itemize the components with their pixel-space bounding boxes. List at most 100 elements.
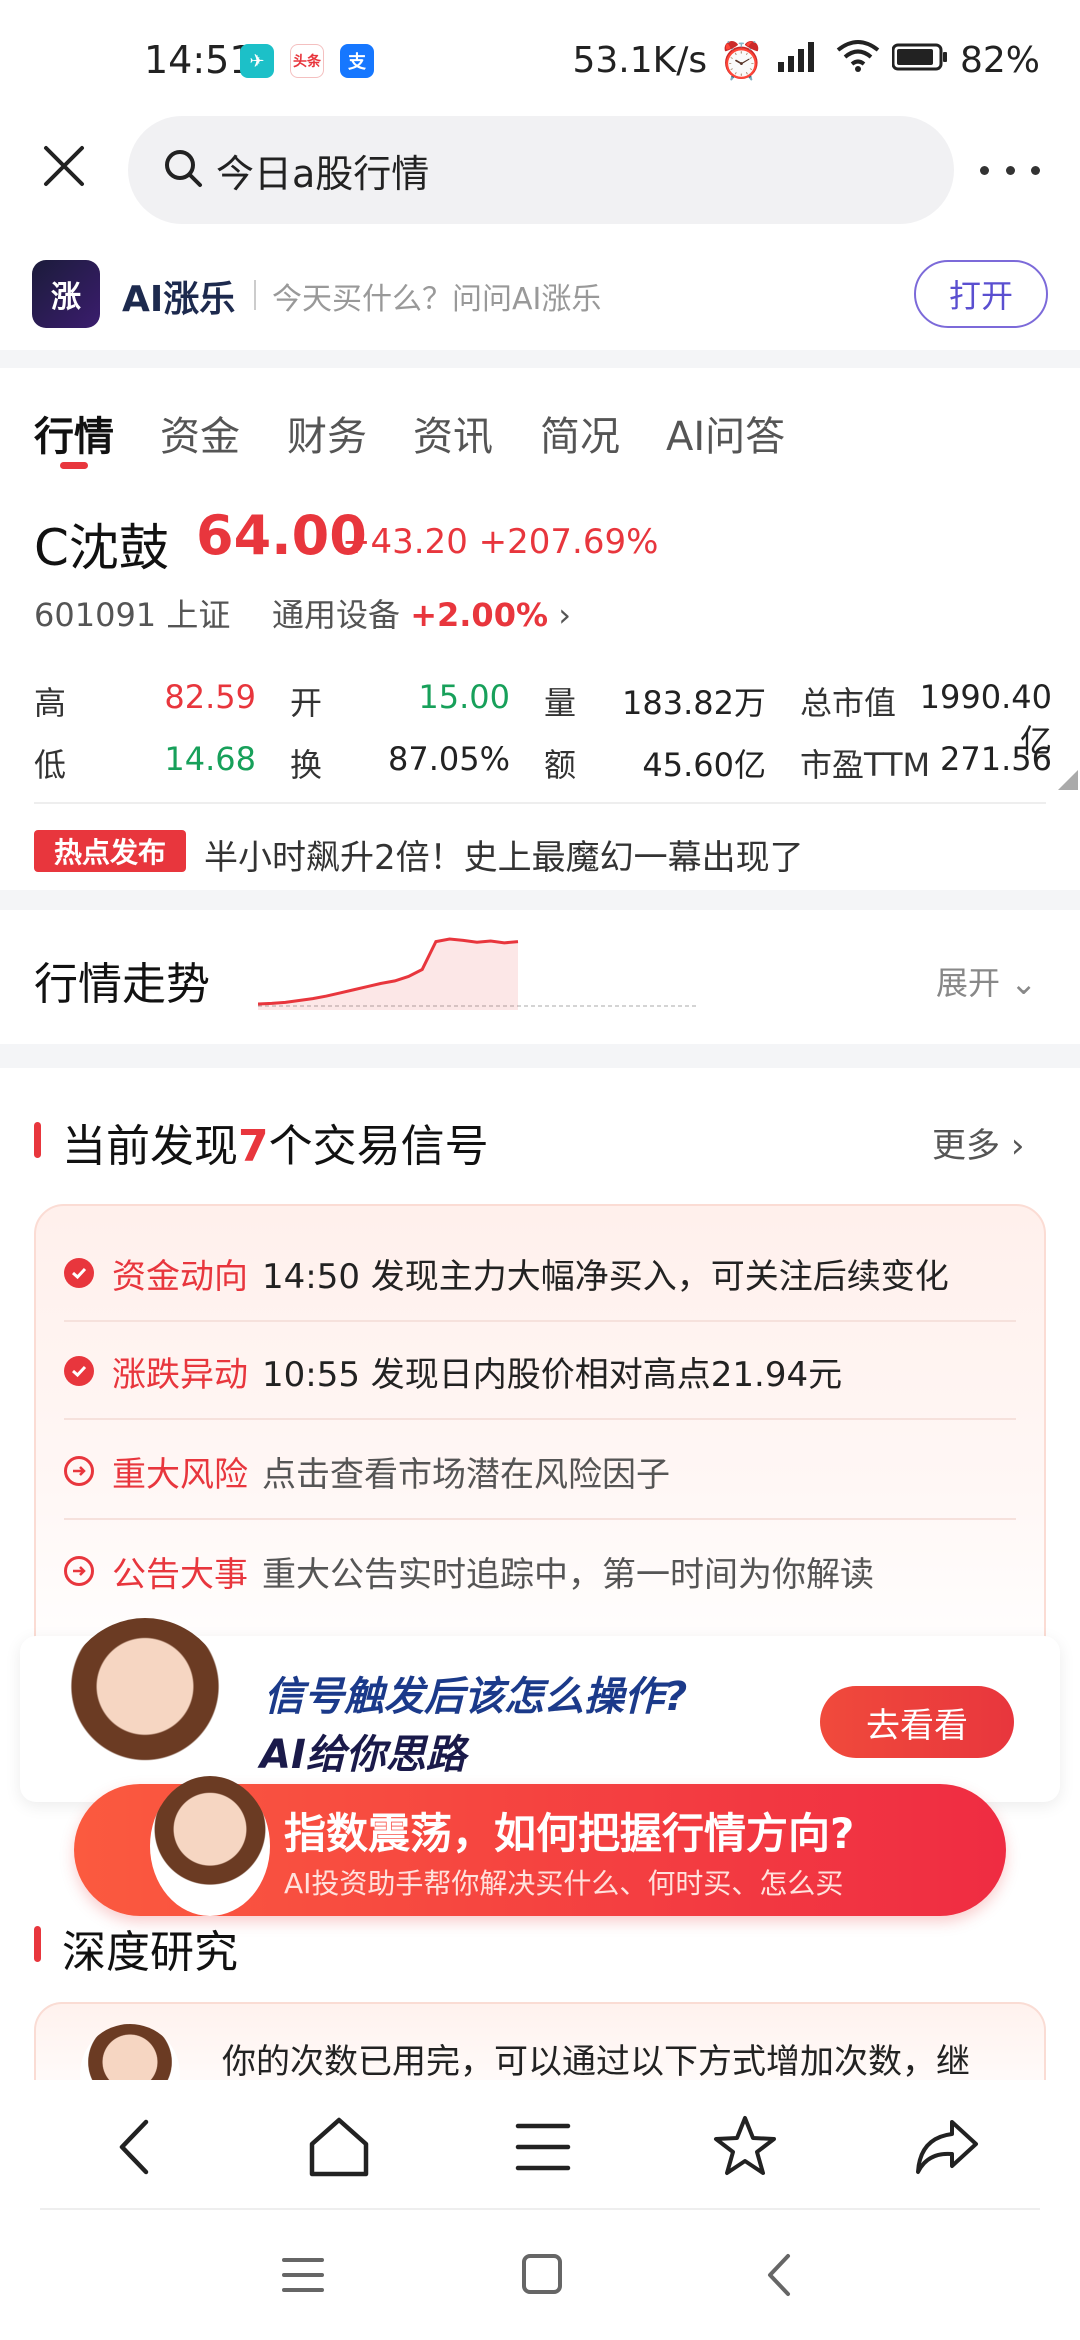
system-home-icon[interactable]: [512, 2250, 572, 2300]
tab-ai-qa[interactable]: AI问答: [666, 404, 785, 462]
signal-row[interactable]: 公告大事 重大公告实时追踪中，第一时间为你解读: [64, 1522, 1016, 1620]
arrow-circle-icon: [64, 1456, 94, 1486]
check-circle-icon: [64, 1258, 94, 1288]
chevron-right-icon: ›: [558, 596, 571, 634]
alarm-icon: ⏰: [719, 40, 764, 82]
share-icon[interactable]: [910, 2110, 984, 2184]
active-tab-indicator: [60, 462, 88, 469]
sector-name: 通用设备: [272, 596, 401, 634]
section-gap: [0, 1044, 1080, 1068]
signal-label: 公告大事: [112, 1554, 248, 1595]
quote-label-volume: 量: [544, 684, 577, 722]
promo-answer: AI给你思路: [260, 1732, 466, 1778]
stock-code: 601091 上证: [34, 596, 231, 634]
go-see-button[interactable]: 去看看: [820, 1686, 1014, 1758]
divider: [64, 1418, 1016, 1420]
stock-name: C沈鼓: [34, 519, 169, 577]
star-icon[interactable]: [708, 2110, 782, 2184]
open-app-button[interactable]: 打开: [914, 260, 1048, 328]
search-icon: [162, 147, 204, 193]
assistant-avatar: [60, 1618, 230, 1798]
signal-count: 7: [238, 1121, 269, 1172]
app-slogan: 今天买什么？问问AI涨乐: [272, 282, 602, 317]
quote-label-amount: 额: [544, 746, 577, 784]
tab-profile[interactable]: 简况: [540, 404, 620, 462]
section-marker: [34, 1122, 41, 1158]
section-gap: [0, 890, 1080, 910]
quote-label-market-cap: 总市值: [800, 684, 897, 722]
quote-label-pe: 市盈TTM: [800, 746, 931, 784]
search-query: 今日a股行情: [216, 151, 430, 196]
network-speed: 53.1K/s: [572, 40, 708, 81]
menu-icon[interactable]: [506, 2110, 580, 2184]
tab-finance[interactable]: 财务: [287, 404, 367, 462]
wifi-icon: [836, 38, 880, 83]
signal-text: 14:50 发现主力大幅净买入，可关注后续变化: [262, 1256, 949, 1297]
signal-label: 涨跌异动: [112, 1354, 248, 1395]
telegram-icon: ✈: [240, 44, 274, 78]
hot-news-badge: 热点发布: [34, 830, 186, 872]
check-circle-icon: [64, 1356, 94, 1386]
sector-link[interactable]: 通用设备 +2.00% ›: [272, 590, 571, 636]
quote-value-turnover: 87.05%: [387, 740, 510, 778]
research-text: 你的次数已用完，可以通过以下方式增加次数，继: [222, 2042, 970, 2082]
status-time: 14:51: [144, 38, 254, 82]
sector-change: +2.00%: [410, 596, 549, 634]
divider: [64, 1518, 1016, 1520]
expand-corner-icon[interactable]: [1058, 770, 1078, 790]
quote-value-volume: 183.82万: [622, 684, 766, 722]
section-marker: [34, 1926, 41, 1962]
signal-row[interactable]: 资金动向 14:50 发现主力大幅净买入，可关注后续变化: [64, 1224, 1016, 1322]
battery-icon: [891, 40, 948, 81]
signal-text: 重大公告实时追踪中，第一时间为你解读: [262, 1554, 874, 1595]
section-gap: [0, 350, 1080, 368]
mini-trend-chart[interactable]: [258, 930, 708, 1020]
trend-expand-button[interactable]: 展开 ⌄: [936, 958, 1037, 1004]
quote-label-turnover: 换: [290, 746, 323, 784]
back-icon[interactable]: [100, 2110, 174, 2184]
quote-value-open: 15.00: [418, 678, 510, 716]
search-input[interactable]: 今日a股行情: [128, 116, 954, 224]
app-name: AI涨乐: [122, 279, 236, 320]
signal-label: 资金动向: [112, 1256, 248, 1297]
signal-row[interactable]: 重大风险 点击查看市场潜在风险因子: [64, 1422, 1016, 1520]
quote-label-open: 开: [290, 684, 323, 722]
tab-funds[interactable]: 资金: [160, 404, 240, 462]
app-banner-separator: [254, 280, 256, 310]
signals-title: 当前发现7个交易信号: [62, 1121, 489, 1172]
close-icon[interactable]: [38, 140, 90, 192]
app-logo[interactable]: 涨: [32, 260, 100, 328]
status-bar: 14:51 ✈ 头条 支 53.1K/s ⏰ 82%: [0, 0, 1080, 120]
signals-more-button[interactable]: 更多 ›: [932, 1118, 1024, 1167]
signal-text: 点击查看市场潜在风险因子: [262, 1454, 670, 1495]
signal-icon: [776, 38, 824, 83]
system-back-icon[interactable]: [750, 2250, 810, 2300]
chevron-down-icon: ⌄: [1010, 964, 1037, 1002]
status-right-group: 53.1K/s ⏰ 82%: [573, 38, 1041, 83]
more-menu-icon[interactable]: [980, 150, 1040, 190]
alipay-icon: 支: [340, 44, 374, 78]
arrow-circle-icon: [64, 1556, 94, 1586]
more-label: 更多: [932, 1126, 1000, 1166]
trend-title: 行情走势: [34, 959, 210, 1010]
research-title: 深度研究: [62, 1927, 238, 1978]
quote-value-high: 82.59: [164, 678, 256, 716]
banner-title: 指数震荡，如何把握行情方向?: [284, 1809, 855, 1858]
expand-label: 展开: [936, 964, 1001, 1002]
divider: [34, 802, 1046, 804]
quote-label-low: 低: [34, 746, 67, 784]
recent-apps-icon[interactable]: [274, 2250, 334, 2300]
promo-question: 信号触发后该怎么操作?: [264, 1674, 688, 1720]
chevron-right-icon: ›: [1010, 1126, 1025, 1166]
tab-news[interactable]: 资讯: [413, 404, 493, 462]
signal-row[interactable]: 涨跌异动 10:55 发现日内股价相对高点21.94元: [64, 1322, 1016, 1420]
stock-change: +43.20 +207.69%: [342, 522, 659, 562]
quote-value-amount: 45.60亿: [642, 746, 766, 784]
battery-level: 82%: [959, 40, 1040, 81]
toutiao-icon: 头条: [290, 44, 324, 78]
quote-label-high: 高: [34, 684, 67, 722]
home-icon[interactable]: [302, 2110, 376, 2184]
hot-news-link[interactable]: 半小时飙升2倍！史上最魔幻一幕出现了: [204, 830, 804, 879]
tab-quote[interactable]: 行情: [34, 404, 114, 462]
signal-text: 10:55 发现日内股价相对高点21.94元: [262, 1354, 843, 1395]
